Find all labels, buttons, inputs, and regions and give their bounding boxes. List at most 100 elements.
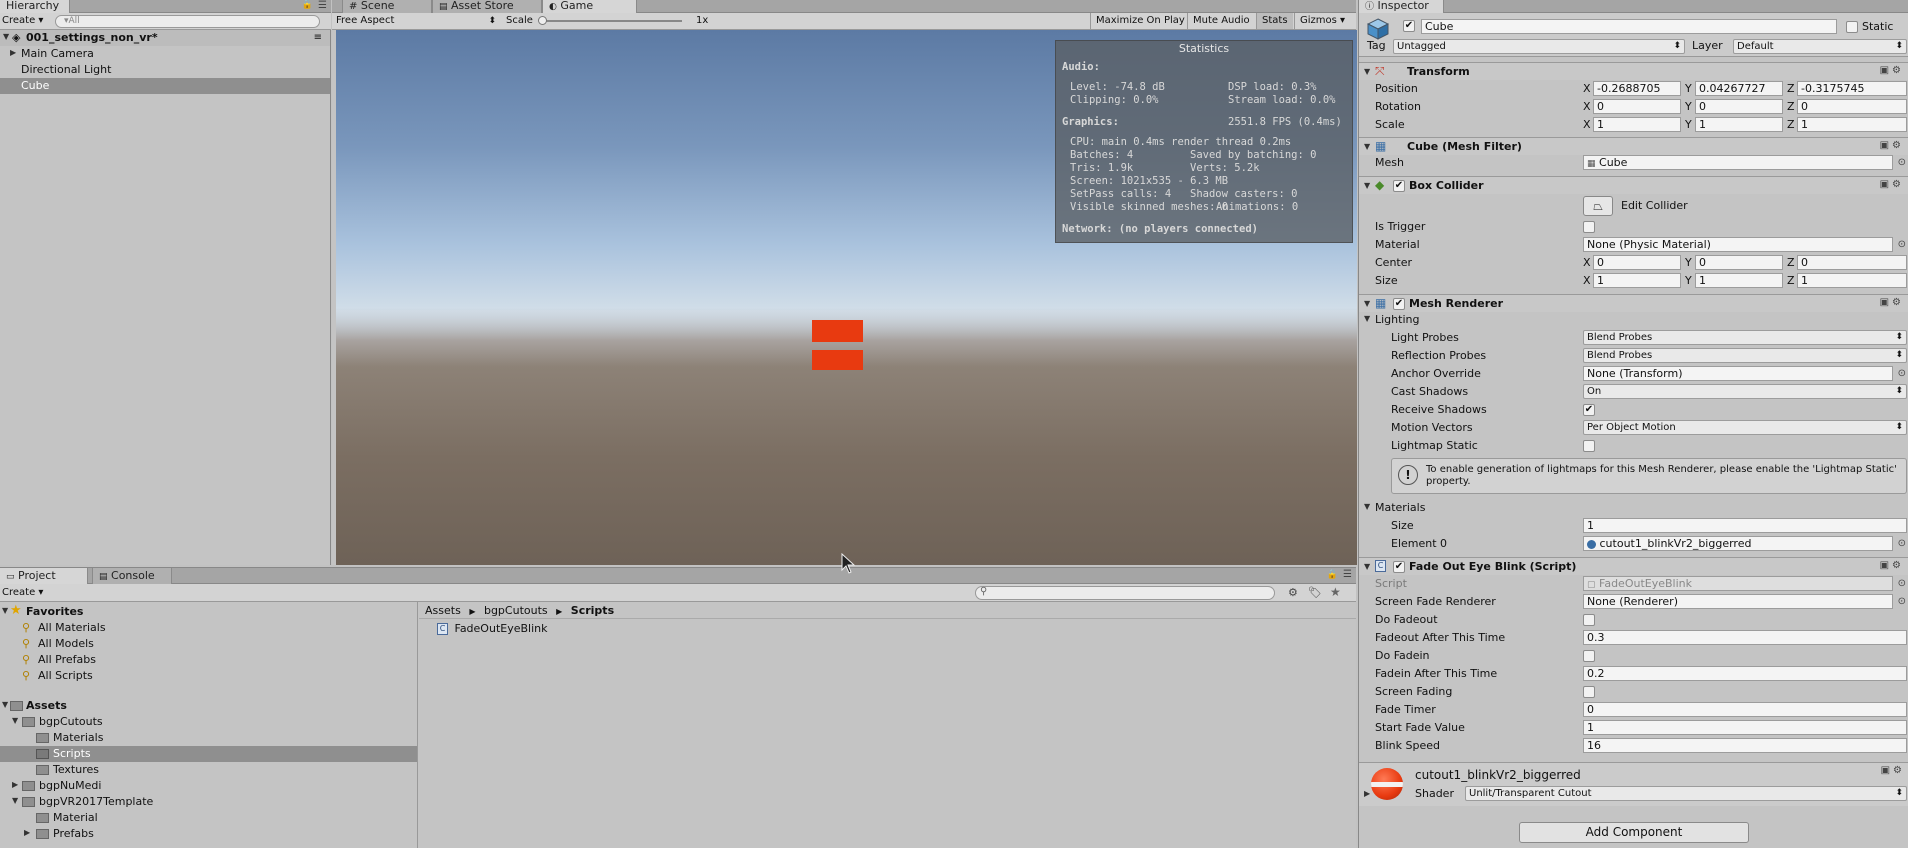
expand-icon[interactable]: ▼ [3,30,9,44]
transform-header[interactable]: ▼ ⤧ Transform ▣⚙ [1359,62,1908,80]
expand-icon[interactable]: ▶ [12,778,18,792]
static-checkbox[interactable] [1846,21,1858,33]
breadcrumb-item[interactable]: Scripts [571,604,614,617]
rotation-y-input[interactable]: 0 [1695,99,1783,114]
expand-icon[interactable]: ▼ [2,604,8,618]
expand-icon[interactable]: ▼ [1364,297,1370,311]
center-y-input[interactable]: 0 [1695,255,1783,270]
screen-fading-checkbox[interactable] [1583,686,1595,698]
blink-speed-input[interactable]: 16 [1583,738,1907,753]
component-settings-icon[interactable]: ▣⚙ [1880,65,1904,76]
project-create-button[interactable]: Create ▾ [2,586,43,600]
start-fade-value-input[interactable]: 1 [1583,720,1907,735]
tab-hierarchy[interactable]: Hierarchy [0,0,70,14]
do-fadeout-checkbox[interactable] [1583,614,1595,626]
mesh-renderer-header[interactable]: ▼ ▦ ✔ Mesh Renderer ▣⚙ [1359,294,1908,312]
light-probes-dropdown[interactable]: Blend Probes [1583,330,1907,345]
tree-item-scripts[interactable]: Scripts [0,746,417,762]
favorite-item[interactable]: ⚲ All Materials [0,620,417,636]
expand-icon[interactable]: ▼ [1364,560,1370,574]
do-fadein-checkbox[interactable] [1583,650,1595,662]
favorite-item[interactable]: ⚲ All Prefabs [0,652,417,668]
scale-slider-handle[interactable] [538,16,547,25]
position-x-input[interactable]: -0.2688705 [1593,81,1681,96]
assets-row[interactable]: ▼ Assets [0,698,417,714]
tab-console[interactable]: ▤ Console [92,568,172,584]
tree-item-prefabs[interactable]: ▶ Prefabs [0,826,417,842]
component-settings-icon[interactable]: ▣⚙ [1880,560,1904,571]
cast-shadows-dropdown[interactable]: On [1583,384,1907,399]
rotation-x-input[interactable]: 0 [1593,99,1681,114]
scene-row[interactable]: ▼ ◈ 001_settings_non_vr* ≡ [0,30,330,46]
favorite-item[interactable]: ⚲ All Models [0,636,417,652]
expand-icon[interactable]: ▶ [1364,787,1370,801]
scene-menu-icon[interactable]: ≡ [314,30,322,46]
scale-x-input[interactable]: 1 [1593,117,1681,132]
anchor-override-field[interactable]: None (Transform) [1583,366,1906,381]
menu-icon[interactable]: ☰ [318,0,327,11]
tree-item-bgpvr2017template[interactable]: ▼ bgpVR2017Template [0,794,417,810]
mute-audio-button[interactable]: Mute Audio [1187,13,1255,29]
edit-collider-button[interactable]: ⏢ [1583,196,1613,216]
add-component-button[interactable]: Add Component [1519,822,1749,843]
scale-slider[interactable] [538,16,682,25]
box-collider-enabled-checkbox[interactable]: ✔ [1393,180,1405,192]
breadcrumb-item[interactable]: Assets [425,604,461,617]
hierarchy-item-main-camera[interactable]: ▶ Main Camera [0,46,330,62]
game-viewport[interactable]: Statistics Audio: Level: -74.8 dB DSP lo… [336,30,1357,565]
hierarchy-search-input[interactable]: ▾All [55,15,320,28]
size-y-input[interactable]: 1 [1695,273,1783,288]
expand-icon[interactable]: ▼ [1364,312,1370,326]
hierarchy-create-button[interactable]: Create ▾ [2,14,43,28]
favorites-row[interactable]: ▼ ★ Favorites [0,603,417,620]
fade-timer-input[interactable]: 0 [1583,702,1907,717]
expand-icon[interactable]: ▼ [2,698,8,712]
favorite-star-icon[interactable]: ★ [1330,585,1341,599]
hierarchy-item-directional-light[interactable]: Directional Light [0,62,330,78]
screen-fade-renderer-field[interactable]: None (Renderer) [1583,594,1906,609]
active-checkbox[interactable]: ✔ [1403,20,1415,32]
size-z-input[interactable]: 1 [1797,273,1907,288]
favorite-item[interactable]: ⚲ All Scripts [0,668,417,684]
scale-z-input[interactable]: 1 [1797,117,1907,132]
lock-icon[interactable]: 🔒 [302,0,313,10]
mesh-object-field[interactable]: ▦ Cube [1583,155,1906,170]
shader-dropdown[interactable]: Unlit/Transparent Cutout [1465,786,1907,801]
size-x-input[interactable]: 1 [1593,273,1681,288]
tab-project[interactable]: ▭ Project [0,568,88,584]
fadeout-after-input[interactable]: 0.3 [1583,630,1907,645]
breadcrumb-item[interactable]: bgpCutouts [484,604,548,617]
tab-asset-store[interactable]: ▤ Asset Store [432,0,542,13]
expand-icon[interactable]: ▼ [12,714,18,728]
lock-icon[interactable]: 🔒 [1327,570,1338,580]
script-enabled-checkbox[interactable]: ✔ [1393,561,1405,573]
box-collider-header[interactable]: ▼ ◆ ✔ Box Collider ▣⚙ [1359,176,1908,194]
layer-dropdown[interactable]: Default [1733,39,1907,54]
object-name-input[interactable]: Cube [1421,19,1837,34]
mesh-filter-header[interactable]: ▼ ▦ Cube (Mesh Filter) ▣⚙ [1359,137,1908,155]
expand-icon[interactable]: ▼ [1364,65,1370,79]
file-item[interactable]: C FadeOutEyeBlink [437,621,547,637]
expand-icon[interactable]: ▶ [10,46,16,60]
expand-icon[interactable]: ▼ [1364,140,1370,154]
tag-dropdown[interactable]: Untagged [1393,39,1685,54]
tree-item-materials[interactable]: Materials [0,730,417,746]
component-settings-icon[interactable]: ▣⚙ [1880,179,1904,190]
aspect-dropdown[interactable]: Free Aspect ⬍ [336,14,498,28]
expand-icon[interactable]: ▼ [1364,179,1370,193]
tree-item-bgpnumedi[interactable]: ▶ bgpNuMedi [0,778,417,794]
tree-item-bgpcutouts[interactable]: ▼ bgpCutouts [0,714,417,730]
tab-inspector[interactable]: ⓘ Inspector [1359,0,1444,14]
maximize-on-play-button[interactable]: Maximize On Play [1090,13,1190,29]
scale-y-input[interactable]: 1 [1695,117,1783,132]
expand-icon[interactable]: ▼ [1364,500,1370,514]
tab-game[interactable]: ◐ Game [542,0,637,14]
filter-label-icon[interactable]: 🏷 [1308,586,1322,599]
lightmap-static-checkbox[interactable] [1583,440,1595,452]
gizmos-button[interactable]: Gizmos ▾ [1294,13,1350,29]
center-x-input[interactable]: 0 [1593,255,1681,270]
component-settings-icon[interactable]: ▣⚙ [1880,297,1904,308]
menu-icon[interactable]: ☰ [1343,569,1352,580]
expand-icon[interactable]: ▶ [24,826,30,840]
is-trigger-checkbox[interactable] [1583,221,1595,233]
